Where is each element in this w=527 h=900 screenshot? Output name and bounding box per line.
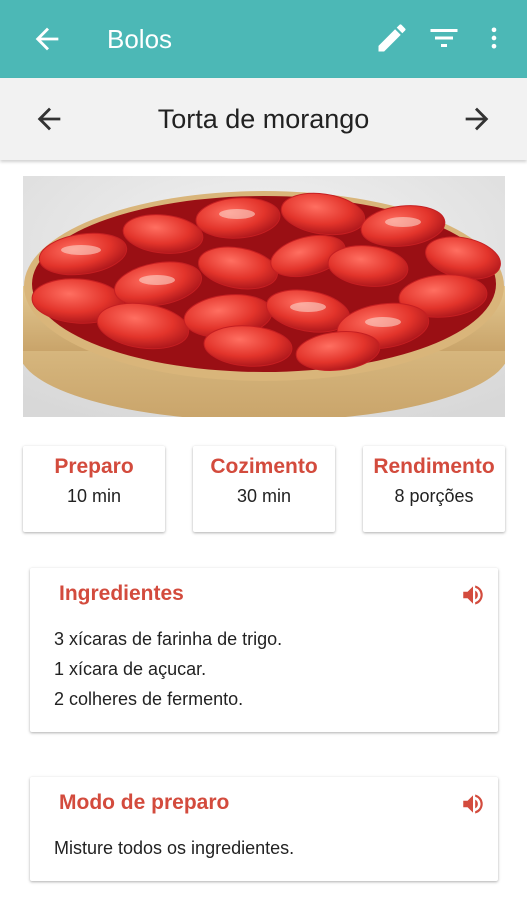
- ingredients-title: Ingredientes: [59, 582, 184, 605]
- recipe-photo: [23, 176, 505, 417]
- info-card-cozimento: Cozimento 30 min: [193, 446, 335, 532]
- method-title: Modo de preparo: [59, 791, 230, 814]
- ingredient-item: 3 xícaras de farinha de trigo.: [54, 629, 283, 649]
- info-label: Rendimento: [373, 455, 495, 478]
- info-value: 30 min: [236, 486, 292, 506]
- method-card: Modo de preparo Misture todos os ingredi…: [30, 777, 498, 881]
- more-vert-icon[interactable]: [480, 20, 508, 56]
- pencil-icon[interactable]: [374, 20, 410, 56]
- ingredient-item: 2 colheres de fermento.: [54, 689, 244, 709]
- info-value: 10 min: [66, 486, 122, 506]
- method-step: Misture todos os ingredientes.: [54, 838, 295, 858]
- app-title: Bolos: [107, 24, 173, 54]
- info-value: 8 porções: [394, 486, 474, 506]
- info-label: Cozimento: [210, 455, 318, 478]
- ingredients-card: Ingredientes 3 xícaras de farinha de tri…: [30, 568, 498, 732]
- recipe-navigator: Torta de morango: [0, 78, 527, 160]
- info-card-rendimento: Rendimento 8 porções: [363, 446, 505, 532]
- app-bar: Bolos: [0, 0, 527, 78]
- recipe-title: Torta de morango: [157, 104, 370, 134]
- speaker-icon[interactable]: [460, 582, 486, 608]
- speaker-icon[interactable]: [460, 791, 486, 817]
- info-card-preparo: Preparo 10 min: [23, 446, 165, 532]
- arrow-back-icon[interactable]: [30, 22, 64, 56]
- filter-icon[interactable]: [426, 20, 462, 56]
- arrow-right-icon[interactable]: [460, 102, 494, 136]
- ingredient-item: 1 xícara de açucar.: [54, 659, 207, 679]
- info-label: Preparo: [54, 455, 134, 478]
